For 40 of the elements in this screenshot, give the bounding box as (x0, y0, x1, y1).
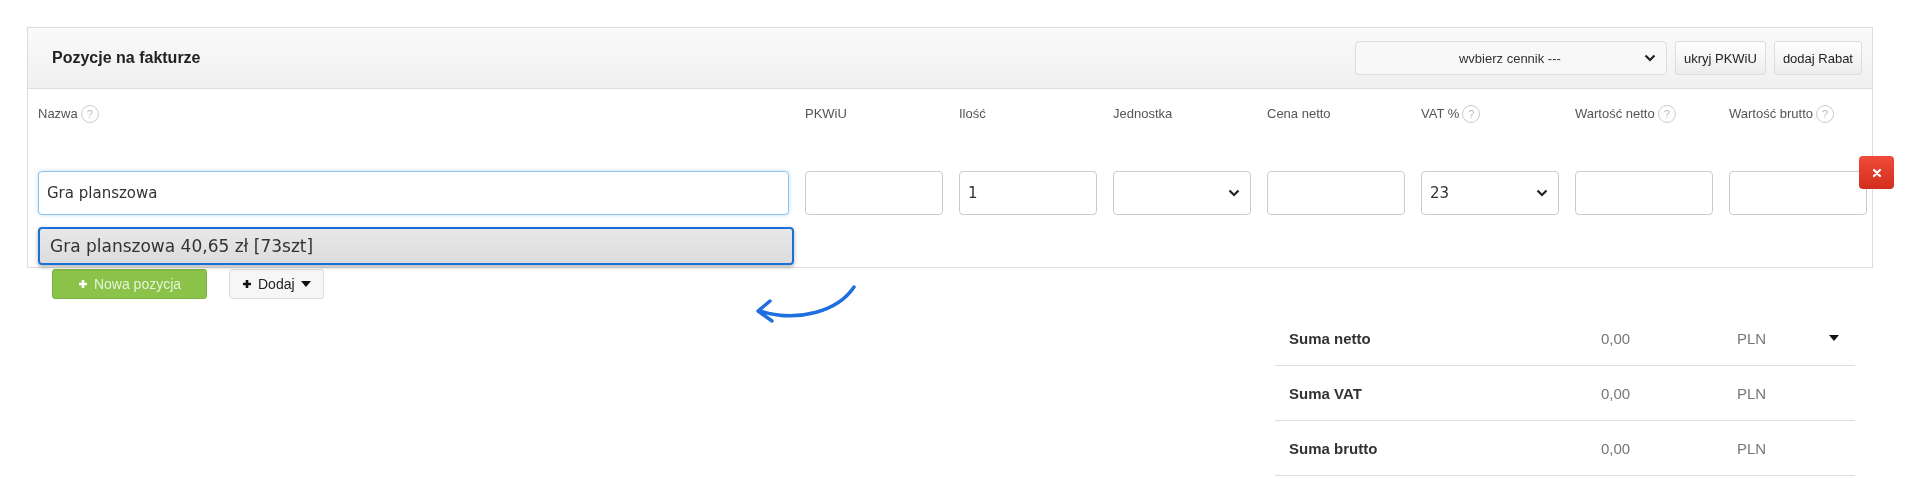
caret-icon[interactable] (1829, 335, 1839, 341)
chevron-down-icon (1643, 54, 1656, 62)
total-amount: 0,00 (1601, 329, 1632, 347)
plus-icon (77, 279, 88, 289)
currency-label: PLN (1737, 439, 1768, 457)
pricelist-select[interactable]: wvbierz cennik --- (1354, 41, 1667, 75)
close-icon (1871, 167, 1882, 178)
chevron-down-icon (1228, 189, 1240, 197)
plus-icon (242, 279, 252, 289)
header-button[interactable]: dodaj Rabat (1773, 41, 1862, 75)
currency-label: PLN (1737, 329, 1768, 347)
input-field[interactable]: Gra planszowa (38, 171, 789, 215)
column-label: PKWiU (805, 105, 847, 123)
column-label: Nazwa (38, 105, 78, 123)
input-field[interactable] (1729, 171, 1867, 215)
caret-icon (300, 281, 311, 287)
currency-label: PLN (1737, 384, 1768, 402)
suggestion-item[interactable]: Gra planszowa 40,65 zł [73szt] (38, 227, 794, 265)
header-button[interactable]: ukryj PKWiU (1674, 41, 1766, 75)
input-field[interactable] (1575, 171, 1713, 215)
total-label: Suma brutto (1289, 439, 1379, 457)
panel-title: Pozycje na fakturze (52, 49, 201, 67)
add-dropdown-button[interactable]: Dodaj (229, 269, 324, 299)
input-field[interactable] (805, 171, 943, 215)
column-label: Jednostka (1113, 105, 1173, 123)
select-field[interactable]: 23 (1421, 171, 1559, 215)
select-field[interactable] (1113, 171, 1251, 215)
column-label: Ilość (959, 105, 986, 123)
column-label: Wartość netto (1575, 105, 1655, 123)
column-label: Cena netto (1267, 105, 1331, 123)
input-field[interactable]: 1 (959, 171, 1097, 215)
input-field[interactable] (1267, 171, 1405, 215)
total-label: Suma VAT (1289, 384, 1363, 402)
column-label: Wartość brutto (1729, 105, 1814, 123)
column-label: VAT % (1421, 105, 1460, 123)
total-amount: 0,00 (1601, 439, 1632, 457)
total-label: Suma netto (1289, 329, 1372, 347)
chevron-down-icon (1536, 189, 1548, 197)
delete-row-button[interactable] (1859, 156, 1894, 189)
total-amount: 0,00 (1601, 384, 1632, 402)
